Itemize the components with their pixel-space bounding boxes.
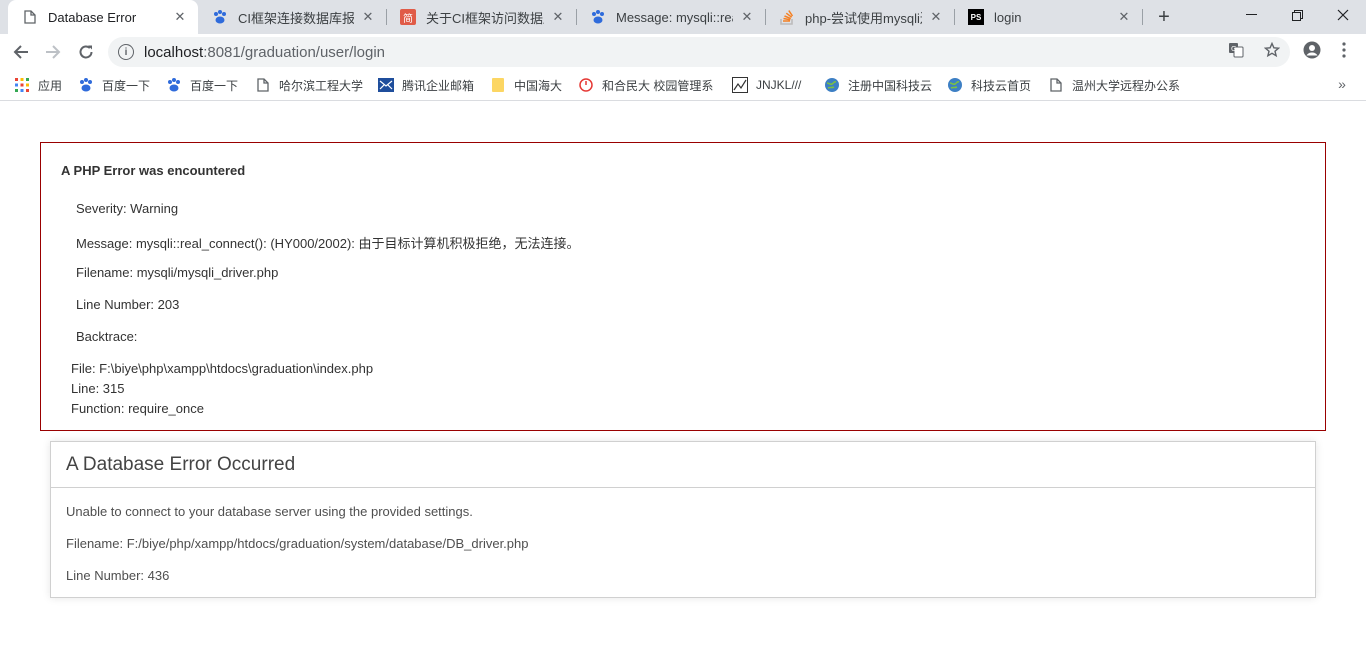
bookmark-cstcloud-home[interactable]: 科技云首页 <box>947 76 1031 94</box>
account-icon[interactable] <box>1303 41 1321 59</box>
address-bar[interactable]: i localhost:8081/graduation/user/login <box>108 37 1290 67</box>
php-error-message: Message: mysqli::real_connect(): (HY000/… <box>76 236 580 251</box>
tab-ci-database[interactable]: 简 关于CI框架访问数据库 ✕ <box>386 0 576 34</box>
bookmark-ouc[interactable]: 中国海大 <box>490 76 562 94</box>
globe-icon <box>824 77 840 93</box>
bookmark-label: 注册中国科技云 <box>848 78 933 93</box>
tab-strip: Database Error ✕ CI框架连接数据库报错 ✕ 简 关于CI框架访… <box>0 0 1366 34</box>
tab-title: php-尝试使用mysqli连 <box>805 10 922 26</box>
svg-text:G: G <box>1231 45 1236 53</box>
tab-database-error[interactable]: Database Error ✕ <box>8 0 198 34</box>
tab-title: 关于CI框架访问数据库 <box>426 10 544 26</box>
php-error-line-number: Line Number: 203 <box>76 297 180 312</box>
tab-title: Message: mysqli::real_ <box>616 9 733 25</box>
close-icon[interactable]: ✕ <box>928 9 944 25</box>
new-tab-button[interactable]: + <box>1152 5 1176 29</box>
info-icon[interactable]: i <box>118 44 134 60</box>
forward-button[interactable] <box>38 37 68 67</box>
tab-title: Database Error <box>48 9 137 25</box>
bookmark-label: 百度一下 <box>102 78 151 93</box>
chart-icon <box>732 77 748 93</box>
baidu-paw-icon <box>78 77 94 93</box>
stackoverflow-icon <box>779 9 795 25</box>
php-error-heading: A PHP Error was encountered <box>61 163 246 178</box>
tab-mysqli-message[interactable]: Message: mysqli::real_ ✕ <box>576 0 765 34</box>
bookmark-cstcloud-register[interactable]: 注册中国科技云 <box>824 76 932 94</box>
tab-separator <box>1142 9 1143 25</box>
php-error-backtrace-label: Backtrace: <box>76 329 138 344</box>
php-error-severity: Severity: Warning <box>76 201 179 216</box>
php-error-filename: Filename: mysqli/mysqli_driver.php <box>76 265 279 280</box>
bookmark-label: 和合民大 校园管理系 <box>602 78 714 93</box>
bookmark-label: 中国海大 <box>514 78 563 93</box>
baidu-paw-icon <box>212 9 228 25</box>
page-icon <box>1048 77 1064 93</box>
toolbar: i localhost:8081/graduation/user/login G <box>0 34 1366 70</box>
url-host: localhost <box>144 43 204 61</box>
jianshu-icon: 简 <box>400 9 416 25</box>
database-error-line-number: Line Number: 436 <box>66 568 170 583</box>
php-backtrace-file: File: F:\biye\php\xampp\htdocs\graduatio… <box>71 361 374 376</box>
phpstorm-icon: PS <box>968 9 984 25</box>
translate-icon[interactable]: G <box>1227 41 1245 59</box>
php-error-panel: A PHP Error was encountered Severity: Wa… <box>40 142 1326 431</box>
database-error-panel: A Database Error Occurred Unable to conn… <box>50 441 1316 598</box>
bookmark-apps[interactable]: 应用 <box>14 76 62 94</box>
tab-php-mysqli[interactable]: php-尝试使用mysqli连 ✕ <box>765 0 954 34</box>
power-icon <box>578 77 594 93</box>
bookmark-campus-system[interactable]: 和合民大 校园管理系 <box>578 76 714 94</box>
close-icon[interactable]: ✕ <box>1116 9 1132 25</box>
bookmark-jnjkl[interactable]: JNJKL/// <box>732 76 801 94</box>
minimize-button[interactable] <box>1228 0 1274 30</box>
bookmark-harbin[interactable]: 哈尔滨工程大学 <box>255 76 363 94</box>
database-error-heading: A Database Error Occurred <box>51 442 1315 488</box>
back-button[interactable] <box>6 37 36 67</box>
more-vert-icon[interactable] <box>1335 41 1353 59</box>
url-text[interactable]: localhost:8081/graduation/user/login <box>144 44 385 61</box>
bookmark-baidu-2[interactable]: 百度一下 <box>166 76 238 94</box>
star-icon[interactable] <box>1263 41 1281 59</box>
close-window-button[interactable] <box>1320 0 1366 30</box>
tab-ci-connect[interactable]: CI框架连接数据库报错 ✕ <box>198 0 386 34</box>
close-icon[interactable]: ✕ <box>172 9 188 25</box>
globe-icon <box>947 77 963 93</box>
chevron-double-right-icon[interactable]: » <box>1334 75 1350 93</box>
page-icon <box>255 77 271 93</box>
bookmark-wzu-remote[interactable]: 温州大学远程办公系 <box>1048 76 1184 94</box>
close-icon[interactable]: ✕ <box>739 9 755 25</box>
tab-title: CI框架连接数据库报错 <box>238 10 354 26</box>
arrow-left-icon <box>13 45 28 59</box>
php-backtrace-line: Line: 315 <box>71 381 125 396</box>
bookmark-baidu-1[interactable]: 百度一下 <box>78 76 150 94</box>
folder-icon <box>490 77 506 93</box>
baidu-paw-icon <box>590 9 606 25</box>
bookmark-label: 科技云首页 <box>971 78 1032 93</box>
close-icon[interactable]: ✕ <box>360 9 376 25</box>
arrow-right-icon <box>46 45 61 59</box>
database-error-filename: Filename: F:/biye/php/xampp/htdocs/gradu… <box>66 536 529 551</box>
baidu-paw-icon <box>166 77 182 93</box>
bookmark-label: 百度一下 <box>190 78 239 93</box>
close-icon[interactable]: ✕ <box>550 9 566 25</box>
database-error-message: Unable to connect to your database serve… <box>66 504 473 519</box>
bookmarks-bar: 应用 百度一下 百度一下 哈尔滨工程大学 腾讯企业邮箱 中国海大 和合民大 校园… <box>0 70 1366 101</box>
url-path: :8081/graduation/user/login <box>203 43 386 61</box>
tencent-mail-icon <box>378 77 394 93</box>
bookmark-label: 温州大学远程办公系 <box>1072 78 1181 93</box>
php-backtrace-function: Function: require_once <box>71 401 204 416</box>
reload-button[interactable] <box>71 37 101 67</box>
bookmark-label: 应用 <box>38 78 63 93</box>
bookmark-label: 腾讯企业邮箱 <box>402 78 475 93</box>
bookmark-label: 哈尔滨工程大学 <box>279 78 364 93</box>
bookmark-label: JNJKL/// <box>756 78 802 92</box>
tab-title: login <box>994 9 1022 25</box>
page-icon <box>22 9 38 25</box>
tab-login[interactable]: PS login ✕ <box>954 0 1142 34</box>
restore-button[interactable] <box>1274 0 1320 30</box>
reload-icon <box>79 45 93 59</box>
apps-grid-icon <box>14 77 30 93</box>
bookmark-tencent-mail[interactable]: 腾讯企业邮箱 <box>378 76 474 94</box>
